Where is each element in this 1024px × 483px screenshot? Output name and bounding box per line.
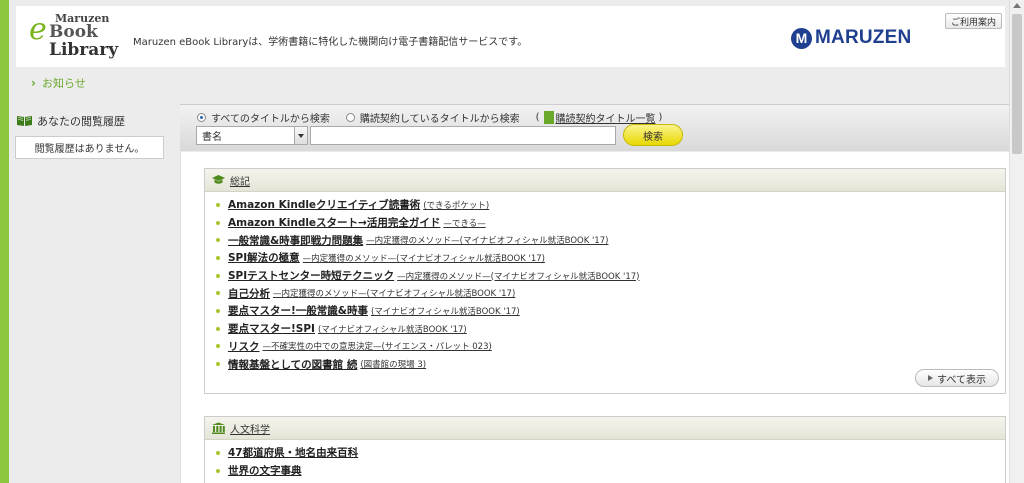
radio-all-label[interactable]: すべてのタイトルから検索 (211, 110, 330, 125)
book-subtitle[interactable]: —不確実性の中での意思決定—(サイエンス・パレット 023) (263, 340, 492, 352)
scroll-up-arrow-icon[interactable] (1013, 3, 1021, 8)
maruzen-brand-text: MARUZEN (815, 27, 912, 48)
news-link[interactable]: › お知らせ (31, 75, 86, 91)
book-title[interactable]: 世界の文字事典 (228, 463, 302, 478)
book-title[interactable]: 47都道府県・地名由来百科 (228, 445, 358, 460)
search-scope-row: すべてのタイトルから検索 購読契約しているタイトルから検索 ( 購読契約タイトル… (197, 110, 663, 125)
bullet-icon (216, 291, 220, 296)
show-all-button[interactable]: すべて表示 (915, 369, 999, 387)
category-title[interactable]: 人文科学 (230, 421, 270, 436)
user-guide-button[interactable]: ご利用案内 (945, 13, 1002, 29)
logo-library-text: Library (49, 40, 119, 60)
bullet-icon (216, 450, 220, 455)
site-logo[interactable]: e Maruzen Book Library (29, 10, 119, 62)
radio-subscribed-label[interactable]: 購読契約しているタイトルから検索 (360, 110, 520, 125)
list-item[interactable]: 自己分析 —内定獲得のメソッド—(マイナビオフィシャル就活BOOK '17) (216, 284, 1005, 302)
chevron-right-icon: › (31, 76, 36, 90)
news-label: お知らせ (41, 77, 86, 90)
list-item[interactable]: 情報基盤としての図書館 続 (図書館の現場 3) (216, 355, 1005, 373)
list-item[interactable]: リスク —不確実性の中での意思決定—(サイエンス・パレット 023) (216, 338, 1005, 356)
open-book-icon (17, 116, 32, 126)
search-button[interactable]: 検索 (623, 124, 683, 146)
book-title[interactable]: 自己分析 (228, 286, 270, 301)
maruzen-brand-logo: M MARUZEN (791, 26, 911, 50)
book-title[interactable]: リスク (228, 339, 260, 354)
main-content: 総記 Amazon Kindleクリエイティブ読書術 (できるポケット) Amaz… (180, 152, 1010, 483)
list-item[interactable]: Amazon Kindleクリエイティブ読書術 (できるポケット) (216, 196, 1005, 214)
search-field-select[interactable]: 書名 (196, 126, 308, 145)
graduation-cap-icon (212, 175, 225, 184)
list-item[interactable]: 要点マスター!一般常識&時事 (マイナビオフィシャル就活BOOK '17) (216, 302, 1005, 320)
maruzen-mark-icon: M (791, 27, 812, 49)
history-heading: あなたの閲覧履歴 (16, 113, 125, 129)
show-all-label: すべて表示 (937, 374, 986, 386)
paren-open: ( (535, 111, 540, 123)
bullet-icon (216, 308, 220, 313)
book-title[interactable]: 要点マスター!一般常識&時事 (228, 303, 368, 318)
search-panel: すべてのタイトルから検索 購読契約しているタイトルから検索 ( 購読契約タイトル… (180, 104, 1010, 151)
list-item[interactable]: 要点マスター!SPI (マイナビオフィシャル就活BOOK '17) (216, 320, 1005, 338)
list-item[interactable]: 一般常識&時事即戦力問題集 —内定獲得のメソッド—(マイナビオフィシャル就活BOO… (216, 231, 1005, 249)
category-panel-general: 総記 Amazon Kindleクリエイティブ読書術 (できるポケット) Amaz… (204, 168, 1006, 394)
library-building-icon (212, 422, 225, 434)
list-item[interactable]: SPI解法の極意 —内定獲得のメソッド—(マイナビオフィシャル就活BOOK '17… (216, 249, 1005, 267)
book-subtitle[interactable]: —内定獲得のメソッド—(マイナビオフィシャル就活BOOK '17) (303, 252, 545, 264)
book-subtitle[interactable]: —内定獲得のメソッド—(マイナビオフィシャル就活BOOK '17) (366, 234, 608, 246)
accent-left-border (0, 0, 9, 483)
search-field-value: 書名 (202, 132, 222, 143)
book-subtitle[interactable]: (マイナビオフィシャル就活BOOK '17) (371, 305, 520, 317)
book-subtitle[interactable]: (図書館の現場 3) (360, 358, 426, 370)
book-title[interactable]: SPI解法の極意 (228, 250, 300, 265)
bullet-icon (216, 220, 220, 225)
history-title: あなたの閲覧履歴 (37, 115, 125, 128)
book-title[interactable]: Amazon Kindleクリエイティブ読書術 (228, 197, 420, 212)
radio-subscribed-titles[interactable] (345, 112, 355, 122)
history-empty-box: 閲覧履歴はありません。 (15, 136, 164, 159)
book-list: 47都道府県・地名由来百科 世界の文字事典 (205, 440, 1005, 479)
book-subtitle[interactable]: —内定獲得のメソッド—(マイナビオフィシャル就活BOOK '17) (273, 287, 515, 299)
list-item[interactable]: SPIテストセンター時短テクニック —内定獲得のメソッド—(マイナビオフィシャル就… (216, 267, 1005, 285)
book-title[interactable]: 一般常識&時事即戦力問題集 (228, 233, 363, 248)
bullet-icon (216, 468, 220, 473)
book-subtitle[interactable]: (マイナビオフィシャル就活BOOK '17) (318, 323, 467, 335)
list-item[interactable]: 世界の文字事典 (216, 462, 1005, 480)
bullet-icon (216, 255, 220, 260)
list-item[interactable]: Amazon Kindleスタート→活用完全ガイド —できる— (216, 214, 1005, 232)
book-title[interactable]: 情報基盤としての図書館 続 (228, 357, 357, 372)
subscribed-list-link[interactable]: 購読契約タイトル一覧 (556, 110, 656, 125)
radio-all-titles[interactable] (197, 112, 206, 122)
history-empty-text: 閲覧履歴はありません。 (34, 144, 145, 155)
bullet-icon (216, 202, 220, 207)
bullet-icon (216, 362, 220, 367)
scrollbar-thumb[interactable] (1012, 14, 1022, 154)
search-input[interactable] (310, 126, 616, 145)
bullet-icon (216, 326, 220, 331)
book-list: Amazon Kindleクリエイティブ読書術 (できるポケット) Amazon … (205, 192, 1005, 373)
list-flag-icon (543, 110, 554, 124)
book-title[interactable]: 要点マスター!SPI (228, 321, 315, 336)
logo-book-text: Book (49, 22, 98, 42)
category-title[interactable]: 総記 (230, 173, 250, 188)
book-title[interactable]: Amazon Kindleスタート→活用完全ガイド (228, 215, 440, 230)
play-triangle-icon (928, 375, 934, 381)
vertical-scrollbar[interactable] (1009, 0, 1024, 483)
category-header: 総記 (205, 169, 1005, 192)
book-subtitle[interactable]: —できる— (443, 217, 485, 229)
category-panel-humanities: 人文科学 47都道府県・地名由来百科 世界の文字事典 (204, 416, 1006, 483)
list-item[interactable]: 47都道府県・地名由来百科 (216, 444, 1005, 462)
book-subtitle[interactable]: —内定獲得のメソッド—(マイナビオフィシャル就活BOOK '17) (397, 270, 639, 282)
page: e Maruzen Book Library Maruzen eBook Lib… (9, 0, 1010, 483)
book-title[interactable]: SPIテストセンター時短テクニック (228, 268, 394, 283)
category-header: 人文科学 (205, 417, 1005, 440)
chevron-down-icon[interactable] (294, 127, 307, 144)
bullet-icon (216, 344, 220, 349)
bullet-icon (216, 273, 220, 278)
book-subtitle[interactable]: (できるポケット) (423, 199, 489, 211)
site-description: Maruzen eBook Libraryは、学術書籍に特化した機関向け電子書籍… (133, 37, 528, 48)
site-header: e Maruzen Book Library Maruzen eBook Lib… (16, 6, 1005, 67)
logo-e: e (29, 12, 47, 47)
paren-close: ) (658, 111, 663, 123)
bullet-icon (216, 238, 220, 243)
